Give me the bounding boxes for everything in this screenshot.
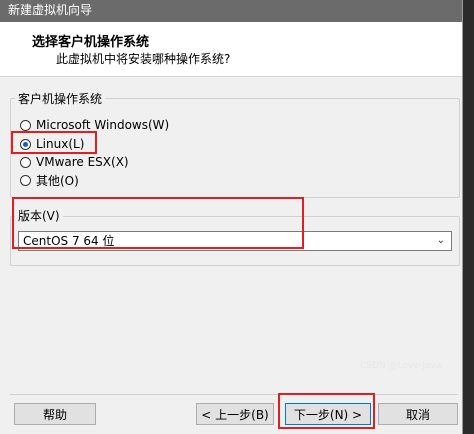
radio-label: 其他(O) [36, 173, 79, 188]
next-button[interactable]: 下一步(N) > [285, 403, 371, 425]
chevron-down-icon[interactable]: ⌄ [437, 232, 445, 250]
radio-linux[interactable]: Linux(L) [20, 135, 84, 153]
back-button[interactable]: < 上一步(B) [196, 403, 274, 425]
radio-button-icon[interactable] [20, 138, 31, 150]
footer-divider [10, 394, 458, 395]
new-vm-wizard-dialog: 新建虚拟机向导 选择客户机操作系统 此虚拟机中将安装哪种操作系统? 客户机操作系… [0, 0, 463, 434]
page-title: 选择客户机操作系统 [32, 35, 150, 50]
radio-vmware-esx[interactable]: VMware ESX(X) [20, 153, 129, 171]
radio-other[interactable]: 其他(O) [20, 171, 79, 189]
page-subtitle: 此虚拟机中将安装哪种操作系统? [56, 52, 231, 66]
version-select-value: CentOS 7 64 位 [23, 234, 115, 248]
window-title: 新建虚拟机向导 [0, 0, 462, 22]
version-select[interactable]: CentOS 7 64 位 ⌄ [18, 231, 452, 251]
version-group-legend: 版本(V) [15, 207, 63, 224]
radio-windows[interactable]: Microsoft Windows(W) [20, 116, 169, 134]
cancel-button[interactable]: 取消 [378, 403, 458, 425]
radio-label: Microsoft Windows(W) [36, 118, 170, 132]
wizard-header: 选择客户机操作系统 此虚拟机中将安装哪种操作系统? [0, 22, 462, 77]
watermark: CSDN @Love-Java. [360, 361, 445, 371]
radio-label: Linux(L) [36, 137, 85, 151]
radio-button-icon[interactable] [20, 156, 31, 168]
help-button[interactable]: 帮助 [14, 403, 96, 425]
guest-os-group-legend: 客户机操作系统 [15, 90, 106, 107]
radio-button-icon[interactable] [20, 174, 31, 186]
radio-label: VMware ESX(X) [36, 155, 129, 169]
radio-button-icon[interactable] [20, 119, 31, 131]
